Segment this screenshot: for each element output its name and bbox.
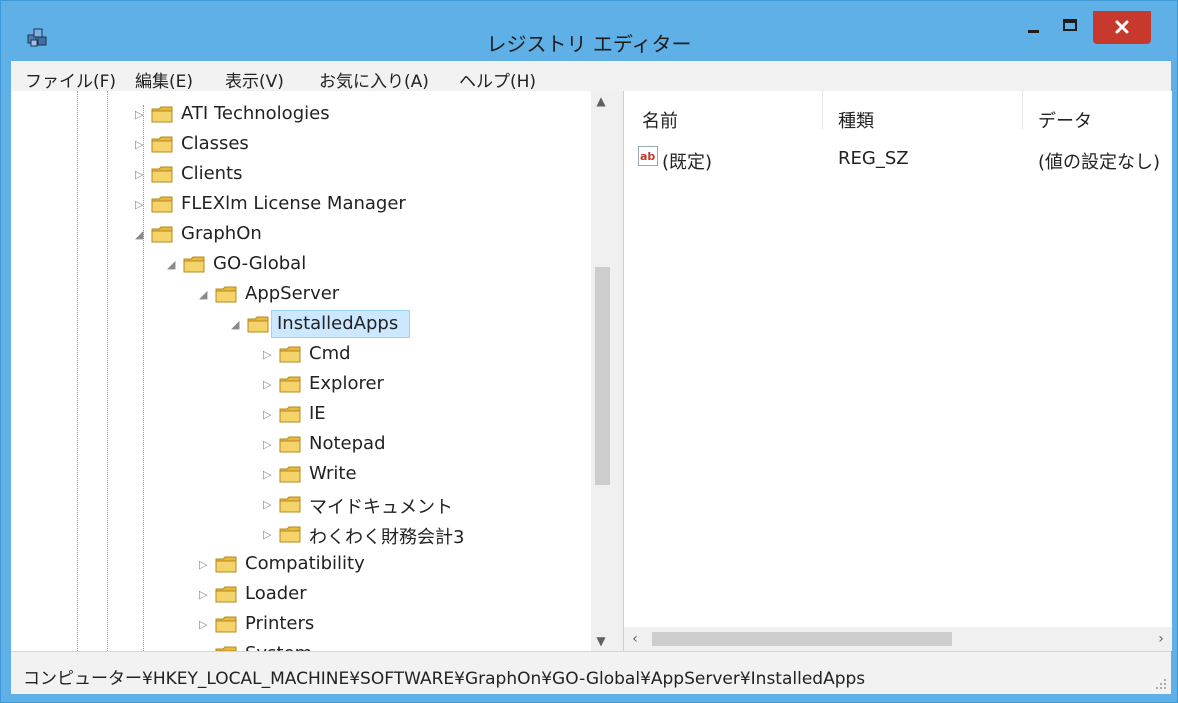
tree-node-label: わくわく財務会計3 bbox=[309, 527, 465, 548]
folder-icon bbox=[183, 256, 205, 273]
title-bar[interactable]: レジストリ エディター bbox=[1, 1, 1177, 61]
expand-arrow-icon[interactable]: ▷ bbox=[135, 109, 147, 121]
tree-node-label: AppServer bbox=[245, 283, 340, 304]
collapse-arrow-icon[interactable]: ◢ bbox=[231, 319, 243, 331]
window-title: レジストリ エディター bbox=[486, 32, 692, 56]
tree-node-label: FLEXlm License Manager bbox=[181, 193, 406, 214]
column-header-type[interactable]: 種類 bbox=[838, 107, 874, 133]
expand-arrow-icon[interactable]: ▷ bbox=[263, 349, 275, 361]
expand-arrow-icon[interactable]: ▷ bbox=[263, 409, 275, 421]
scroll-left-arrow-icon[interactable]: ‹ bbox=[624, 627, 646, 651]
scroll-thumb[interactable] bbox=[595, 267, 610, 485]
tree-node-label: ATI Technologies bbox=[181, 103, 330, 124]
menu-help[interactable]: ヘルプ(H) bbox=[459, 67, 536, 92]
value-name[interactable]: (既定) bbox=[662, 148, 712, 174]
tree-node-label: Notepad bbox=[309, 433, 386, 454]
folder-icon bbox=[151, 166, 173, 183]
svg-text:ab: ab bbox=[640, 150, 655, 163]
tree-guide-line bbox=[107, 91, 108, 651]
folder-icon bbox=[151, 196, 173, 213]
scroll-down-arrow-icon[interactable]: ▼ bbox=[591, 631, 611, 651]
column-separator[interactable] bbox=[822, 91, 823, 129]
tree-vertical-scrollbar[interactable]: ▲ ▼ bbox=[591, 91, 611, 651]
folder-icon bbox=[279, 406, 301, 423]
tree-node-label: InstalledApps bbox=[277, 313, 399, 334]
value-list[interactable]: 名前 種類 データ ab (既定) REG_SZ (値の設定なし) ‹ › bbox=[623, 91, 1172, 651]
tree-node-label: Classes bbox=[181, 133, 249, 154]
value-data: (値の設定なし) bbox=[1038, 152, 1161, 173]
collapse-arrow-icon[interactable]: ◢ bbox=[199, 289, 211, 301]
folder-icon bbox=[151, 136, 173, 153]
tree-node-label: Clients bbox=[181, 163, 243, 184]
column-header-data[interactable]: データ bbox=[1038, 107, 1092, 133]
collapse-arrow-icon[interactable]: ◢ bbox=[135, 229, 147, 241]
folder-icon bbox=[151, 226, 173, 243]
folder-icon bbox=[215, 556, 237, 573]
tree-guide-line bbox=[143, 105, 144, 651]
scroll-thumb[interactable] bbox=[652, 632, 952, 646]
registry-editor-window: レジストリ エディター ファイル(F) 編集(E) 表示(V) お気に入り(A)… bbox=[0, 0, 1178, 703]
tree-node-label: マイドキュメント bbox=[309, 497, 453, 518]
scroll-right-arrow-icon[interactable]: › bbox=[1150, 627, 1172, 651]
expand-arrow-icon[interactable]: ▷ bbox=[135, 199, 147, 211]
tree-node-label: Compatibility bbox=[245, 553, 365, 574]
expand-arrow-icon[interactable]: ▷ bbox=[263, 499, 275, 511]
expand-arrow-icon[interactable]: ▷ bbox=[199, 619, 211, 631]
status-key-path: コンピューター¥HKEY_LOCAL_MACHINE¥SOFTWARE¥Grap… bbox=[23, 669, 866, 689]
tree-node-label: Explorer bbox=[309, 373, 384, 394]
folder-icon bbox=[151, 106, 173, 123]
expand-arrow-icon[interactable]: ▷ bbox=[135, 139, 147, 151]
folder-icon bbox=[279, 496, 301, 513]
folder-icon bbox=[279, 466, 301, 483]
expand-arrow-icon[interactable]: ▷ bbox=[199, 589, 211, 601]
folder-icon bbox=[215, 616, 237, 633]
menu-edit[interactable]: 編集(E) bbox=[135, 67, 193, 92]
key-tree[interactable]: ▷ ATI Technologies ▷ Classes ▷ Clients ▷ FLEXlm… bbox=[11, 91, 611, 651]
collapse-arrow-icon[interactable]: ◢ bbox=[167, 259, 179, 271]
tree-node-label: Loader bbox=[245, 583, 307, 604]
tree-node-label: Write bbox=[309, 463, 357, 484]
tree-node-label: Cmd bbox=[309, 343, 351, 364]
minimize-button[interactable] bbox=[1017, 11, 1051, 44]
folder-icon bbox=[279, 526, 301, 543]
folder-icon bbox=[279, 436, 301, 453]
resize-grip-icon[interactable] bbox=[1155, 678, 1167, 690]
close-button[interactable] bbox=[1093, 11, 1151, 44]
status-bar: コンピューター¥HKEY_LOCAL_MACHINE¥SOFTWARE¥Grap… bbox=[11, 651, 1171, 694]
tree-node-label: GO-Global bbox=[213, 253, 307, 274]
maximize-button[interactable] bbox=[1053, 11, 1087, 44]
expand-arrow-icon[interactable]: ▷ bbox=[263, 469, 275, 481]
expand-arrow-icon[interactable]: ▷ bbox=[263, 529, 275, 541]
list-horizontal-scrollbar[interactable]: ‹ › bbox=[624, 627, 1172, 651]
string-value-icon: ab bbox=[638, 146, 658, 166]
tree-guide-line bbox=[77, 91, 78, 651]
folder-icon bbox=[247, 316, 269, 333]
column-header-name[interactable]: 名前 bbox=[642, 107, 678, 133]
tree-node-label: IE bbox=[309, 403, 326, 424]
column-separator[interactable] bbox=[1022, 91, 1023, 129]
menu-bar: ファイル(F) 編集(E) 表示(V) お気に入り(A) ヘルプ(H) bbox=[11, 61, 1171, 92]
folder-icon bbox=[279, 376, 301, 393]
tree-node-label: Printers bbox=[245, 613, 315, 634]
expand-arrow-icon[interactable]: ▷ bbox=[135, 169, 147, 181]
expand-arrow-icon[interactable]: ▷ bbox=[263, 379, 275, 391]
tree-node-label: System bbox=[245, 643, 312, 651]
pane-splitter[interactable] bbox=[611, 91, 623, 651]
menu-favorites[interactable]: お気に入り(A) bbox=[319, 67, 429, 92]
tree-node-label: GraphOn bbox=[181, 223, 262, 244]
folder-icon bbox=[215, 586, 237, 603]
folder-icon bbox=[279, 346, 301, 363]
value-type: REG_SZ bbox=[838, 148, 909, 169]
expand-arrow-icon[interactable]: ▷ bbox=[263, 439, 275, 451]
menu-file[interactable]: ファイル(F) bbox=[25, 67, 116, 92]
scroll-up-arrow-icon[interactable]: ▲ bbox=[591, 91, 611, 111]
folder-icon bbox=[215, 286, 237, 303]
menu-view[interactable]: 表示(V) bbox=[225, 67, 284, 92]
expand-arrow-icon[interactable]: ▷ bbox=[199, 559, 211, 571]
